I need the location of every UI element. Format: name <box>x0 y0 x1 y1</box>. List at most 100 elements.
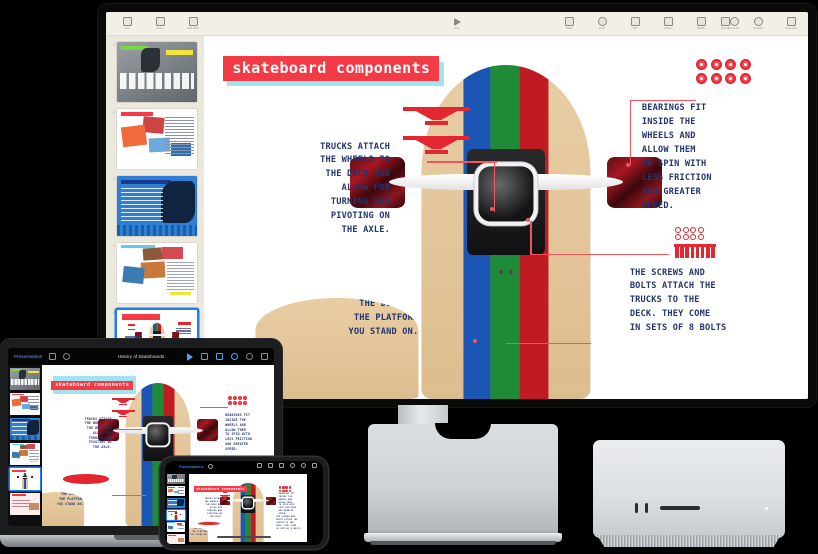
page-title[interactable]: skateboard components <box>223 55 440 81</box>
list-item[interactable] <box>10 393 40 415</box>
slide-canvas[interactable]: skateboard components TRUCKS ATTACH THE … <box>204 36 808 399</box>
nut-icon <box>690 234 697 241</box>
media-icon[interactable] <box>231 353 238 360</box>
sidebar-icon[interactable] <box>49 353 57 360</box>
nut-icon <box>682 234 689 241</box>
download-icon[interactable] <box>279 463 284 468</box>
list-item[interactable] <box>10 368 40 390</box>
shape-icon <box>663 17 673 26</box>
bolt-icon <box>673 244 681 259</box>
media-icon[interactable] <box>290 463 295 468</box>
toolbar-zoom-label: Zoom <box>156 27 164 30</box>
iphone-slide-navigator[interactable] <box>165 473 187 545</box>
nut-icon <box>697 226 704 233</box>
table-icon <box>564 17 574 26</box>
callout-trucks[interactable]: TRUCKS ATTACH THE WHEELS TO THE DECK AND… <box>227 141 390 238</box>
toolbar-media-button[interactable]: Media <box>689 17 713 30</box>
toolbar-text-label: Text <box>632 27 638 30</box>
toolbar-view-button[interactable]: View <box>115 17 139 30</box>
toolbar-left-group: View Zoom Add Slide <box>115 17 205 30</box>
toolbar-view-label: View <box>124 27 130 30</box>
toolbar-shape-button[interactable]: Shape <box>656 17 680 30</box>
page-title-mirror: skateboard components <box>193 486 248 493</box>
truck-base <box>425 121 448 125</box>
power-led <box>764 506 768 510</box>
bearing-ring-icon <box>725 73 737 84</box>
toolbar-chart-button[interactable]: Chart <box>590 17 614 30</box>
zoom-icon[interactable] <box>208 464 214 469</box>
slide-thumbnail-1[interactable] <box>117 42 197 102</box>
list-item[interactable]: 1 <box>110 42 200 102</box>
add-icon[interactable] <box>257 463 262 468</box>
pen-icon[interactable] <box>268 463 273 468</box>
toolbar-add-slide-button[interactable]: Add Slide <box>181 17 205 30</box>
zoom-icon[interactable] <box>63 353 71 360</box>
baseplate-bolt <box>498 269 503 274</box>
toolbar-format-label: Format <box>720 27 730 30</box>
list-item[interactable] <box>167 486 185 496</box>
slide-content: skateboard components TRUCKS ATTACH THE … <box>204 36 808 399</box>
play-icon[interactable] <box>187 352 193 361</box>
list-item[interactable] <box>167 498 185 508</box>
callout-screws[interactable]: THE SCREWS AND BOLTS ATTACH THE TRUCKS T… <box>630 267 805 337</box>
thumb-photo <box>161 246 183 259</box>
device-lineup-scene: View Zoom Add Slide Play Table Chart Tex… <box>0 0 818 554</box>
toolbar-play-button[interactable]: Play <box>445 17 469 30</box>
truck-hanger-shape <box>413 138 460 149</box>
list-item[interactable] <box>167 534 185 544</box>
list-item-selected[interactable] <box>10 468 40 490</box>
toolbar-zoom-button[interactable]: Zoom <box>148 17 172 30</box>
slide-number: 5 <box>113 311 115 315</box>
toolbar-right <box>187 352 268 361</box>
add-slide-icon <box>188 17 198 26</box>
back-to-presentations-button[interactable]: Presentations <box>179 464 203 469</box>
list-item[interactable]: 3 <box>110 176 200 236</box>
comment-icon[interactable] <box>301 463 306 468</box>
callout-bearings[interactable]: BEARINGS FIT INSIDE THE WHEELS AND ALLOW… <box>642 102 799 213</box>
slide-thumbnail-2[interactable] <box>117 109 197 169</box>
thumb-hanger <box>140 334 174 336</box>
format-icon[interactable] <box>261 353 268 360</box>
media-icon <box>696 17 706 26</box>
slide-number: 3 <box>113 177 115 181</box>
list-item[interactable] <box>10 493 40 515</box>
list-item[interactable] <box>10 418 40 440</box>
toolbar-inspector-group: Format Animate Document <box>713 17 803 30</box>
bolt-row <box>673 244 760 259</box>
format-icon[interactable] <box>312 463 317 468</box>
pen-icon[interactable] <box>201 353 208 360</box>
thumb-truck-icon <box>128 324 136 327</box>
callout-screws-mirror: THE SCREWS AND BOLTS ATTACH THE TRUCKS T… <box>276 516 301 530</box>
list-item-selected[interactable] <box>167 510 185 520</box>
slide-thumbnail-3[interactable] <box>117 176 197 236</box>
home-indicator <box>217 535 271 538</box>
toolbar-format-button[interactable]: Format <box>713 17 737 30</box>
list-item[interactable] <box>167 474 185 484</box>
leader-line-trucks-v <box>493 161 496 213</box>
slide-thumbnail-4[interactable] <box>117 243 197 303</box>
thumbnail-art <box>117 42 197 102</box>
slide-title-group[interactable]: skateboard components <box>223 55 445 86</box>
toolbar-document-button[interactable]: Document <box>779 17 803 30</box>
add-icon[interactable] <box>216 353 223 360</box>
list-item[interactable] <box>167 522 185 532</box>
leader-line-deck <box>506 342 591 345</box>
bearing-ring-icon <box>725 58 737 70</box>
nut-row <box>675 234 760 241</box>
toolbar-animate-button[interactable]: Animate <box>746 17 770 30</box>
toolbar-chart-label: Chart <box>598 27 606 30</box>
list-item[interactable] <box>10 443 40 465</box>
iphone-slide-canvas[interactable]: skateboard components TRUCKS ATTACH THE … <box>189 474 307 542</box>
thumb-skyline <box>117 225 197 236</box>
macbook-slide-navigator[interactable] <box>8 365 42 526</box>
thumb-wordmark <box>120 73 194 89</box>
toolbar-text-button[interactable]: Text <box>623 17 647 30</box>
back-to-presentations-button[interactable]: Presentations <box>14 354 42 359</box>
deck-shape-icon <box>198 521 220 525</box>
toolbar-table-button[interactable]: Table <box>557 17 581 30</box>
thumb-header <box>121 179 171 184</box>
thumb-figure <box>141 48 161 72</box>
list-item[interactable]: 4 <box>110 243 200 303</box>
list-item[interactable]: 2 <box>110 109 200 169</box>
comment-icon[interactable] <box>246 353 253 360</box>
